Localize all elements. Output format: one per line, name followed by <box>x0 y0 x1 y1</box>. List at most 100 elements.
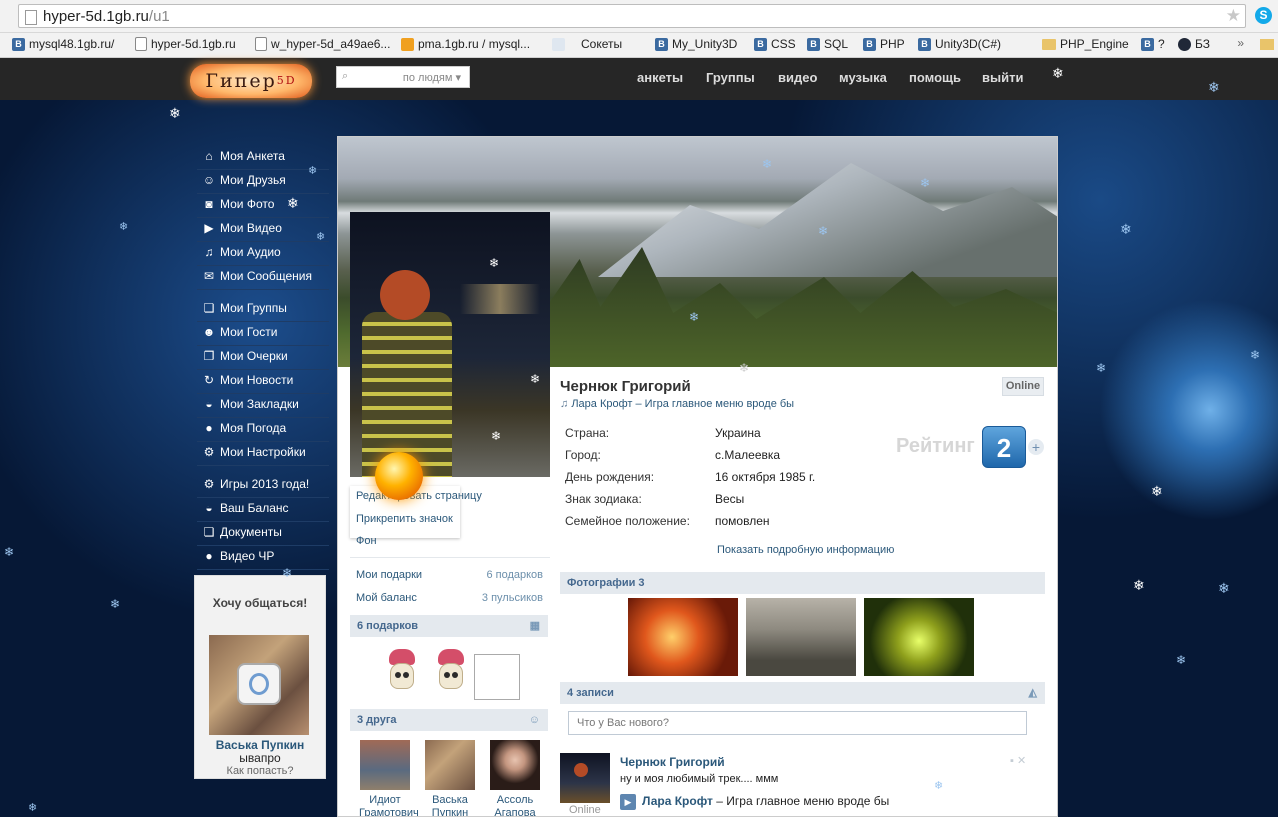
post-author-avatar[interactable] <box>560 753 610 803</box>
bookmark[interactable]: Сокеты <box>552 37 622 51</box>
bookmark[interactable]: pma.1gb.ru / mysql... <box>401 37 530 51</box>
promo-subtitle: ывапро <box>239 751 281 765</box>
music-note-icon: ♫ <box>204 245 214 259</box>
snowflake-icon: ❄ <box>920 176 931 190</box>
bookmark-label: Сокеты <box>581 37 623 51</box>
gift-broken-image[interactable] <box>474 654 520 700</box>
gifts-header[interactable]: 6 подарков ▦ <box>350 615 548 637</box>
menu-item-audio[interactable]: ♫ Мои Аудио <box>197 242 329 266</box>
nav-anketi[interactable]: анкеты <box>637 70 683 85</box>
menu-item-essays[interactable]: ❐ Мои Очерки <box>197 346 329 370</box>
snowflake-icon: ❄ <box>762 157 773 171</box>
bookmark[interactable]: B Unity3D(C#) <box>918 37 1001 51</box>
attach-badge-link[interactable]: Прикрепить значок <box>356 513 453 525</box>
new-post-input[interactable]: Что у Вас нового? <box>568 711 1027 735</box>
bookmark[interactable]: Bmysql48.1gb.ru/ <box>12 37 114 51</box>
bookmark-b-icon: B <box>918 37 931 51</box>
gear-icon: ⚙ <box>203 477 215 491</box>
bookmarks-more-icon[interactable]: » <box>1237 36 1244 50</box>
bookmark[interactable]: hyper-5d.1gb.ru <box>135 37 236 51</box>
menu-label: Видео ЧР <box>220 549 275 563</box>
bookmark-b-icon: B <box>1141 37 1154 51</box>
photo-thumb[interactable] <box>746 598 856 676</box>
photo-thumb[interactable] <box>864 598 974 676</box>
menu-item-settings[interactable]: ⚙ Мои Настройки <box>197 442 329 466</box>
skype-extension-icon[interactable]: S <box>1255 7 1272 24</box>
bookmark[interactable]: БЗ <box>1178 37 1210 51</box>
bookmark[interactable]: w_hyper-5d_a49ae6... <box>255 37 390 51</box>
bookmark-label: hyper-5d.1gb.ru <box>151 37 236 51</box>
nav-help[interactable]: помощь <box>909 70 961 85</box>
menu-item-documents[interactable]: ❏ Документы <box>197 522 329 546</box>
bookmark-star-icon[interactable]: ★ <box>1226 6 1241 26</box>
show-more-info-link[interactable]: Показать подробную информацию <box>717 544 894 556</box>
menu-label: Мои Друзья <box>220 173 286 187</box>
menu-label: Мои Очерки <box>220 349 288 363</box>
snowflake-icon: ❄ <box>818 224 829 238</box>
bookmark[interactable]: B My_Unity3D <box>655 37 737 51</box>
menu-item-games[interactable]: ⚙ Игры 2013 года! <box>197 474 329 498</box>
nav-logout[interactable]: выйти <box>982 70 1023 85</box>
my-gifts-link[interactable]: Мои подарки <box>356 569 422 581</box>
search-scope-select[interactable]: по людям ▾ <box>403 71 461 84</box>
menu-item-photos[interactable]: ◙ Мои Фото <box>197 194 329 218</box>
post-tools[interactable]: ▪ ✕ <box>1010 754 1026 767</box>
promo-photo[interactable] <box>209 635 309 735</box>
left-menu: ⌂ Моя Анкета ☺ Мои Друзья ◙ Мои Фото ▶ Мои В… <box>197 146 329 570</box>
nav-music[interactable]: музыка <box>839 70 887 85</box>
gift-skull[interactable] <box>434 649 468 695</box>
edit-page-link[interactable]: Редактировать страницу <box>356 490 482 502</box>
snowflake-icon: ❄ <box>316 231 326 243</box>
menu-label: Ваш Баланс <box>220 501 289 515</box>
wall-header[interactable]: 4 записи ◭ <box>560 682 1045 704</box>
megaphone-icon: ◭ <box>1028 687 1037 699</box>
snowflake-icon: ❄ <box>1176 653 1187 667</box>
menu-item-groups[interactable]: ❏ Мои Группы <box>197 298 329 322</box>
profile-status[interactable]: ♫ Лара Крофт – Игра главное меню вроде б… <box>560 398 794 410</box>
bookmark-icon: ◒ <box>205 397 213 411</box>
menu-item-guests[interactable]: ☻ Мои Гости <box>197 322 329 346</box>
menu-item-video-chr[interactable]: ● Видео ЧР <box>197 546 329 570</box>
profile-avatar[interactable] <box>350 212 550 477</box>
bookmark-label: PHP_Engine <box>1060 37 1129 51</box>
other-bookmarks-folder-icon[interactable] <box>1260 39 1274 50</box>
nav-groups[interactable]: Группы <box>706 70 755 85</box>
menu-item-balance[interactable]: ◒ Ваш Баланс <box>197 498 329 522</box>
snowflake-icon: ❄ <box>1218 580 1230 596</box>
friend-item[interactable]: Ассоль Агапова <box>489 740 541 816</box>
bookmark[interactable]: B? <box>1141 37 1165 51</box>
background-link[interactable]: Фон <box>356 535 377 547</box>
rating-plus-button[interactable]: + <box>1028 439 1044 455</box>
bookmark[interactable]: PHP_Engine <box>1042 37 1129 51</box>
photos-header[interactable]: Фотографии 3 <box>560 572 1045 594</box>
menu-item-videos[interactable]: ▶ Мои Видео <box>197 218 329 242</box>
menu-item-messages[interactable]: ✉ Мои Сообщения <box>197 266 329 290</box>
bookmark[interactable]: B SQL <box>807 37 848 51</box>
play-icon[interactable]: ▶ <box>620 794 636 810</box>
friend-item[interactable]: Идиот Грамотович <box>359 740 419 816</box>
photo-thumb[interactable] <box>628 598 738 676</box>
gift-skull[interactable] <box>385 649 419 695</box>
promo-name[interactable]: Васька Пупкин <box>195 738 325 752</box>
friends-header[interactable]: 3 друга ☺ <box>350 709 548 731</box>
menu-item-weather[interactable]: ● Моя Погода <box>197 418 329 442</box>
address-bar[interactable]: hyper-5d.1gb.ru/u1 ★ <box>18 4 1246 28</box>
post-audio[interactable]: ▶ Лара Крофт – Игра главное меню вроде бы <box>620 794 889 810</box>
people-search-input[interactable]: ⌕ по людям ▾ <box>336 66 470 88</box>
nav-video[interactable]: видео <box>778 70 817 85</box>
site-logo[interactable]: Гипер5D <box>190 64 312 98</box>
promo-how-link[interactable]: Как попасть? <box>195 765 325 777</box>
bookmark-label: PHP <box>880 37 905 51</box>
bookmark[interactable]: B CSS <box>754 37 796 51</box>
snowflake-icon: ❄ <box>530 372 541 386</box>
post-author-link[interactable]: Чернюк Григорий <box>620 755 725 769</box>
section-title: 6 подарков <box>357 620 419 632</box>
friend-item[interactable]: Васька Пупкин <box>424 740 476 816</box>
friends-icon: ☺ <box>528 714 540 726</box>
menu-item-bookmarks[interactable]: ◒ Мои Закладки <box>197 394 329 418</box>
orb-badge-icon[interactable] <box>375 452 423 500</box>
my-balance-link[interactable]: Мой баланс <box>356 592 417 604</box>
bookmark[interactable]: B PHP <box>863 37 905 51</box>
snowflake-icon: ❄ <box>1250 348 1261 362</box>
menu-item-news[interactable]: ↻ Мои Новости <box>197 370 329 394</box>
